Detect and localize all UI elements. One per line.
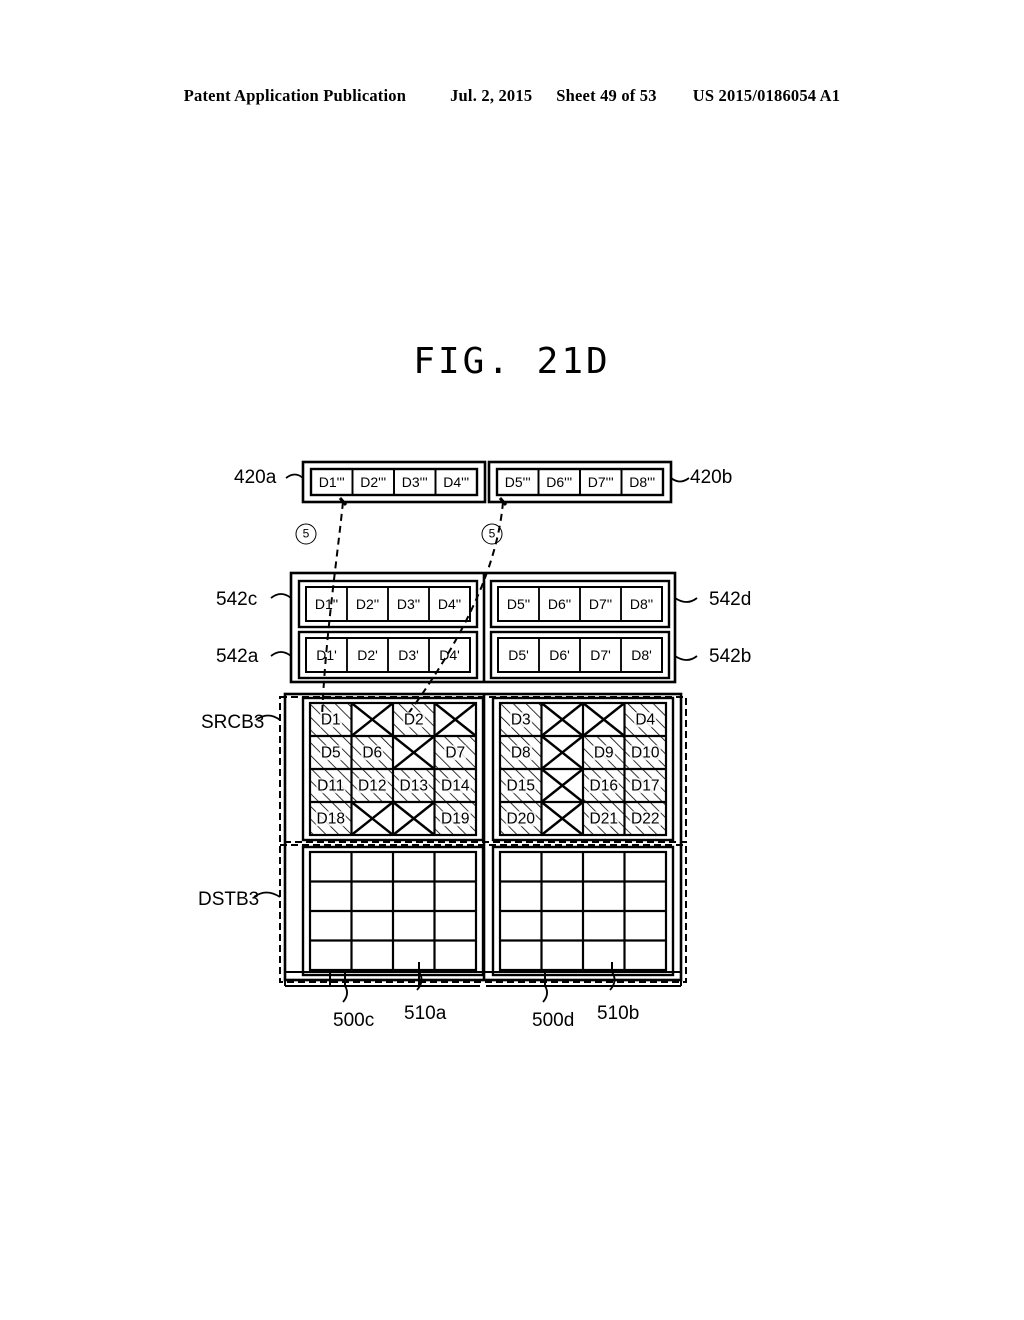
figure-drawing: [253, 460, 698, 1003]
grid-right-cell-r1c0: D8: [509, 743, 532, 761]
grid-left-cell-r1c3: D7: [444, 743, 467, 761]
ref-label-420a: 420a: [234, 467, 277, 488]
grid-right-cell-r2c2: D16: [588, 776, 619, 794]
grid-left-cell-r2c3: D14: [440, 776, 471, 794]
ref-label-500d: 500d: [532, 1010, 575, 1031]
ref-label-542a: 542a: [216, 646, 259, 667]
grid-left-cell-r2c0: D11: [316, 776, 346, 794]
ref-label-542c: 542c: [216, 589, 258, 610]
callout-circle-left: 5: [295, 523, 317, 545]
grid-right-cell-r3c3: D22: [630, 809, 661, 827]
callout-circle-right: 5: [481, 523, 503, 545]
grid-right-cell-r0c3: D4: [634, 710, 657, 728]
grid-left-cell-r3c3: D19: [440, 809, 471, 827]
grid-right-cell-r0c0: D3: [509, 710, 532, 728]
grid-left-cell-r1c0: D5: [319, 743, 342, 761]
grid-right-cell-r3c2: D21: [588, 809, 619, 827]
region-label-dstb3: DSTB3: [198, 889, 260, 910]
ref-label-500c: 500c: [333, 1010, 375, 1031]
grid-right-cell-r2c0: D15: [505, 776, 536, 794]
ref-label-420b: 420b: [690, 467, 733, 488]
ref-label-542b: 542b: [709, 646, 752, 667]
grid-left-cell-r1c1: D6: [361, 743, 384, 761]
ref-label-510a: 510a: [404, 1003, 447, 1024]
grid-right-cell-r2c3: D17: [630, 776, 661, 794]
grid-left-cell-r3c0: D18: [315, 809, 346, 827]
grid-right-cell-r1c3: D10: [630, 743, 661, 761]
grid-left-cell-r2c2: D13: [398, 776, 429, 794]
grid-right-cell-r1c2: D9: [592, 743, 615, 761]
grid-right-cell-r3c0: D20: [505, 809, 536, 827]
grid-left-cell-r2c1: D12: [357, 776, 388, 794]
grid-left-cell-r0c0: D1: [319, 710, 342, 728]
region-label-srcb3: SRCB3: [201, 712, 265, 733]
ref-label-510b: 510b: [597, 1003, 640, 1024]
grid-left-cell-r0c2: D2: [402, 710, 425, 728]
ref-label-542d: 542d: [709, 589, 752, 610]
